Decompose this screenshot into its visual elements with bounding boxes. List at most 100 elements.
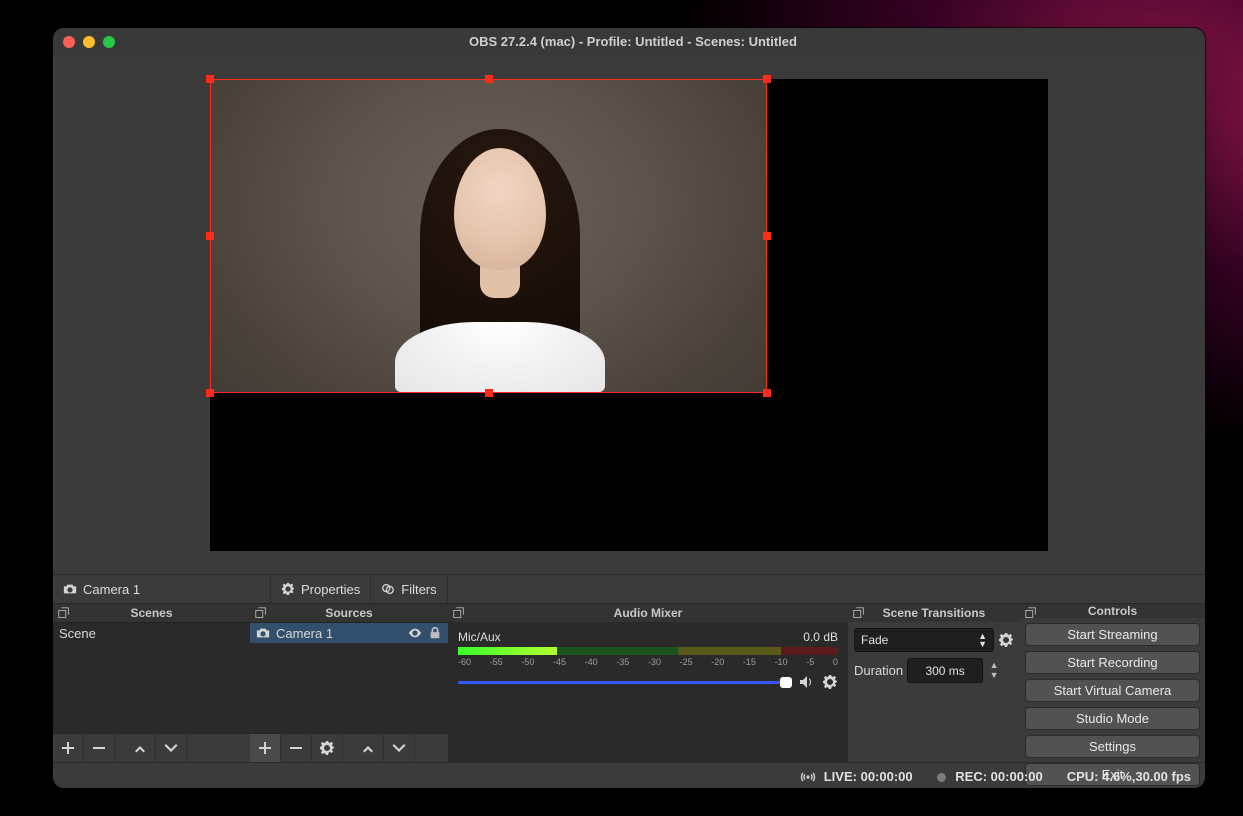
plus-icon xyxy=(60,740,76,756)
tick: -60 xyxy=(458,657,471,667)
eye-icon[interactable] xyxy=(408,626,422,640)
resize-handle-r[interactable] xyxy=(763,232,771,240)
add-scene-button[interactable] xyxy=(53,734,84,762)
scene-move-up-button[interactable] xyxy=(125,734,156,762)
transitions-panel-header[interactable]: Scene Transitions xyxy=(848,603,1020,622)
camera-icon xyxy=(63,582,77,596)
plus-icon xyxy=(257,740,273,756)
chevron-down-icon xyxy=(163,740,179,756)
start-virtual-camera-button[interactable]: Start Virtual Camera xyxy=(1025,679,1200,702)
audio-mixer-panel: Audio Mixer Mic/Aux 0.0 dB -60 -55 -50 -… xyxy=(448,603,848,762)
sources-panel: Sources Camera 1 xyxy=(250,603,448,762)
gear-icon[interactable] xyxy=(998,632,1014,648)
properties-button[interactable]: Properties xyxy=(271,575,371,603)
studio-mode-button[interactable]: Studio Mode xyxy=(1025,707,1200,730)
close-window-button[interactable] xyxy=(63,36,75,48)
filters-label: Filters xyxy=(401,582,436,597)
zoom-window-button[interactable] xyxy=(103,36,115,48)
tick: -50 xyxy=(521,657,534,667)
scenes-toolbar xyxy=(53,733,250,762)
mixer-level-readout: 0.0 dB xyxy=(803,630,838,644)
popout-icon[interactable] xyxy=(852,606,866,620)
tick: -25 xyxy=(680,657,693,667)
duration-input[interactable] xyxy=(907,658,983,683)
rec-time: 00:00:00 xyxy=(991,769,1043,784)
mixer-body: Mic/Aux 0.0 dB -60 -55 -50 -45 -40 -35 -… xyxy=(448,622,848,762)
spin-down-button[interactable]: ▼ xyxy=(987,671,1001,681)
start-recording-button[interactable]: Start Recording xyxy=(1025,651,1200,674)
resize-handle-bl[interactable] xyxy=(206,389,214,397)
transitions-panel: Scene Transitions Fade ▲▼ Duration ▲ ▼ xyxy=(848,603,1020,762)
tick: -45 xyxy=(553,657,566,667)
settings-button[interactable]: Settings xyxy=(1025,735,1200,758)
sources-list[interactable]: Camera 1 xyxy=(250,622,448,733)
sources-panel-header[interactable]: Sources xyxy=(250,603,448,622)
mixer-title: Audio Mixer xyxy=(614,606,683,620)
popout-icon[interactable] xyxy=(452,606,466,620)
live-time: 00:00:00 xyxy=(861,769,913,784)
lock-icon[interactable] xyxy=(428,626,442,640)
scenes-list[interactable]: Scene xyxy=(53,622,250,733)
mixer-channel-name: Mic/Aux xyxy=(458,630,501,644)
live-label: LIVE: xyxy=(824,769,857,784)
properties-label: Properties xyxy=(301,582,360,597)
resize-handle-tr[interactable] xyxy=(763,75,771,83)
controls-panel-header[interactable]: Controls xyxy=(1020,603,1205,618)
resize-handle-b[interactable] xyxy=(485,389,493,397)
source-move-down-button[interactable] xyxy=(384,734,415,762)
gear-icon xyxy=(319,740,335,756)
popout-icon[interactable] xyxy=(57,606,71,620)
source-properties-button[interactable] xyxy=(312,734,343,762)
resize-handle-tl[interactable] xyxy=(206,75,214,83)
sources-title: Sources xyxy=(325,606,372,620)
gear-icon[interactable] xyxy=(822,674,838,690)
volume-slider[interactable] xyxy=(458,681,790,684)
tick: -30 xyxy=(648,657,661,667)
resize-handle-l[interactable] xyxy=(206,232,214,240)
scenes-panel: Scenes Scene xyxy=(53,603,250,762)
popout-icon[interactable] xyxy=(1024,606,1038,620)
preview-area xyxy=(53,55,1205,574)
minus-icon xyxy=(91,740,107,756)
audio-meter xyxy=(458,647,838,655)
mixer-panel-header[interactable]: Audio Mixer xyxy=(448,603,848,622)
source-item[interactable]: Camera 1 xyxy=(250,623,448,643)
transition-select[interactable]: Fade ▲▼ xyxy=(854,628,994,652)
add-source-button[interactable] xyxy=(250,734,281,762)
rec-label: REC: xyxy=(955,769,987,784)
scene-move-down-button[interactable] xyxy=(156,734,187,762)
popout-icon[interactable] xyxy=(254,606,268,620)
resize-handle-t[interactable] xyxy=(485,75,493,83)
resize-handle-br[interactable] xyxy=(763,389,771,397)
tick: -20 xyxy=(711,657,724,667)
source-name: Camera 1 xyxy=(276,626,402,641)
filters-button[interactable]: Filters xyxy=(371,575,447,603)
context-infobar: Camera 1 Properties Filters xyxy=(53,574,1205,603)
live-status: LIVE: 00:00:00 xyxy=(800,769,913,784)
scenes-panel-header[interactable]: Scenes xyxy=(53,603,250,622)
tick: -10 xyxy=(775,657,788,667)
selected-source-bounds[interactable] xyxy=(210,79,767,393)
tick: -40 xyxy=(585,657,598,667)
start-streaming-button[interactable]: Start Streaming xyxy=(1025,623,1200,646)
gear-icon xyxy=(281,582,295,596)
filters-icon xyxy=(381,582,395,596)
webcam-image xyxy=(211,80,766,392)
docks-row: Scenes Scene Sources xyxy=(53,603,1205,762)
controls-title: Controls xyxy=(1088,604,1137,618)
scene-name: Scene xyxy=(59,626,96,641)
remove-source-button[interactable] xyxy=(281,734,312,762)
source-move-up-button[interactable] xyxy=(353,734,384,762)
transition-selected: Fade xyxy=(861,633,888,647)
minimize-window-button[interactable] xyxy=(83,36,95,48)
duration-row: Duration ▲ ▼ xyxy=(854,658,1014,683)
program-canvas[interactable] xyxy=(210,79,1048,551)
speaker-icon[interactable] xyxy=(798,674,814,690)
remove-scene-button[interactable] xyxy=(84,734,115,762)
scene-item[interactable]: Scene xyxy=(53,623,250,643)
slider-thumb[interactable] xyxy=(780,677,792,688)
chevron-up-icon xyxy=(360,740,376,756)
tick: -55 xyxy=(490,657,503,667)
spin-up-button[interactable]: ▲ xyxy=(987,661,1001,671)
window-titlebar: OBS 27.2.4 (mac) - Profile: Untitled - S… xyxy=(53,28,1205,55)
